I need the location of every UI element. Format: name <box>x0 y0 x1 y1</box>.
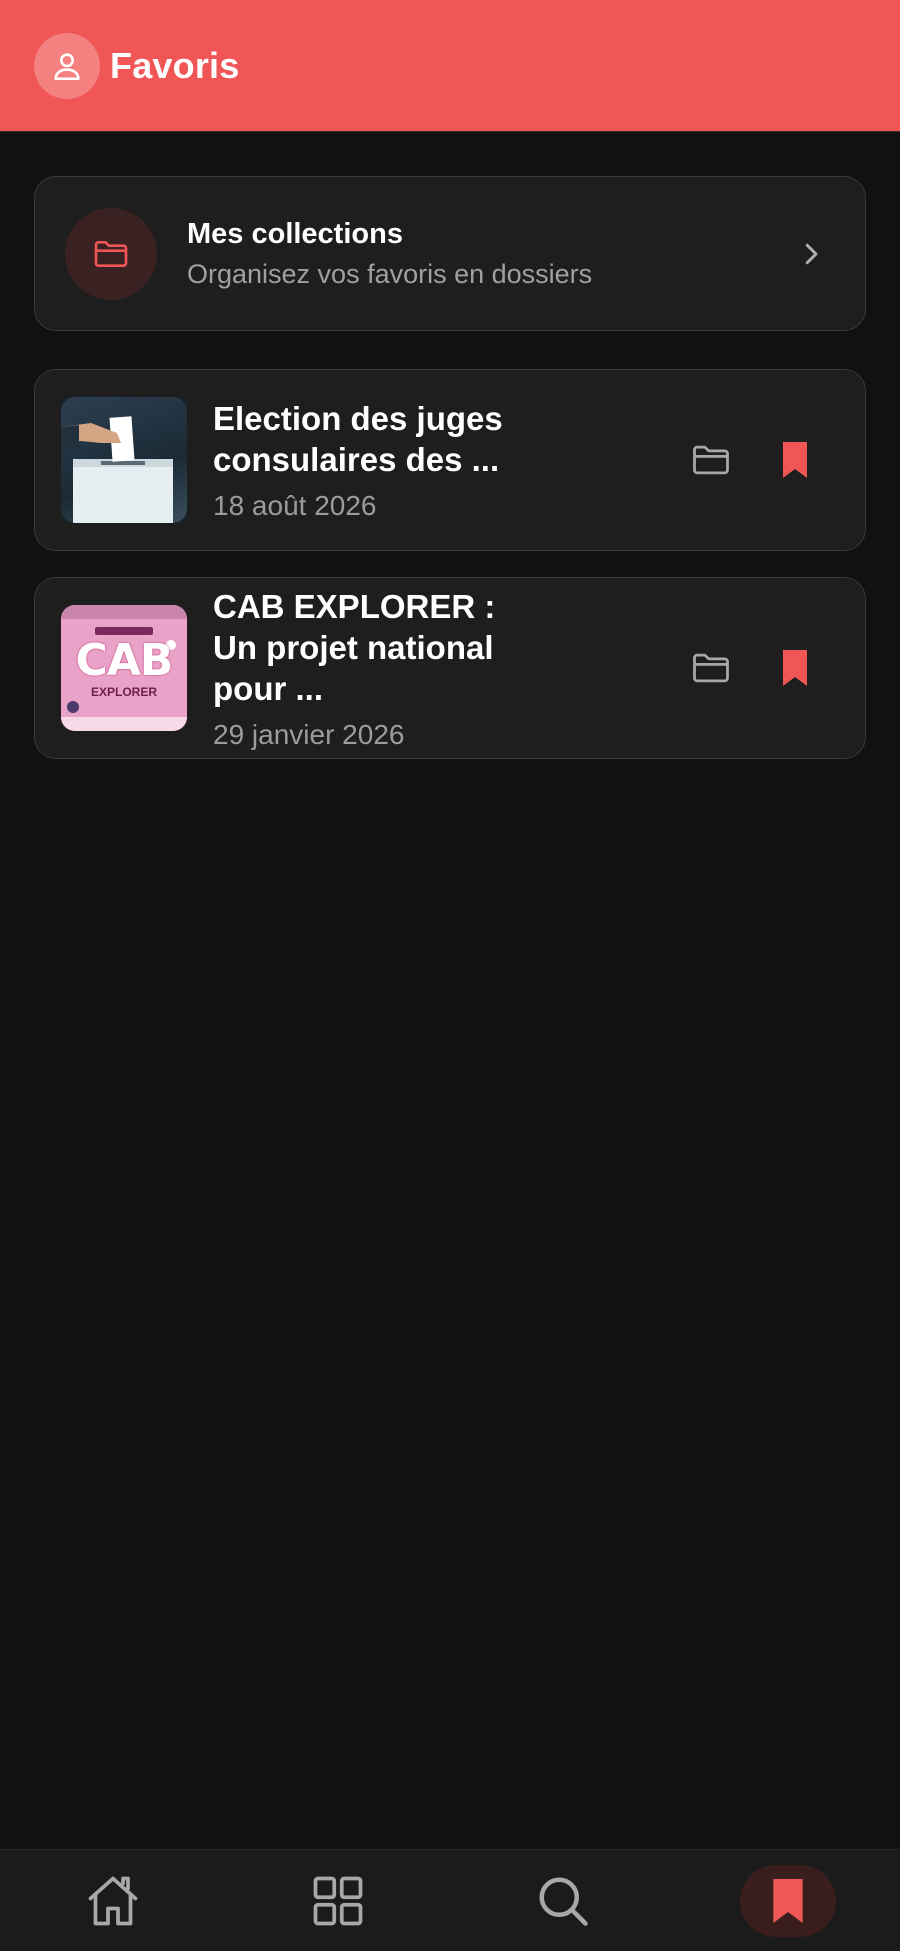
collections-title: Mes collections <box>187 217 403 250</box>
article-actions <box>681 430 825 490</box>
nav-categories[interactable] <box>290 1865 386 1937</box>
bookmark-icon <box>772 1878 803 1923</box>
collections-subtitle: Organisez vos favoris en dossiers <box>187 258 593 289</box>
folder-icon <box>94 240 128 267</box>
bottom-nav <box>0 1849 900 1951</box>
article-text: CAB EXPLORER : Un projet national pour .… <box>213 586 681 751</box>
poster-title: CAB <box>75 635 174 686</box>
page-title: Favoris <box>110 44 240 86</box>
grid-icon <box>313 1876 362 1925</box>
article-date: 18 août 2026 <box>213 490 377 521</box>
add-to-collection-button[interactable] <box>681 430 741 490</box>
article-text: Election des juges consulaires des ... 1… <box>213 398 681 522</box>
poster-subtitle: EXPLORER <box>90 685 157 699</box>
profile-button[interactable] <box>34 32 100 99</box>
nav-favorites[interactable] <box>739 1864 836 1937</box>
bookmark-button[interactable] <box>765 430 825 490</box>
article-thumbnail <box>61 397 187 523</box>
list-item[interactable]: CAB EXPLORER CAB EXPLORER : Un projet na… <box>34 577 866 759</box>
bookmark-icon <box>783 442 807 478</box>
app-header: Favoris <box>0 0 900 132</box>
bookmark-button[interactable] <box>765 638 825 698</box>
add-to-collection-button[interactable] <box>681 638 741 698</box>
collections-text: Mes collections Organisez vos favoris en… <box>187 218 781 290</box>
list-item[interactable]: Election des juges consulaires des ... 1… <box>34 369 866 551</box>
home-icon <box>88 1876 137 1925</box>
article-thumbnail: CAB EXPLORER <box>61 605 187 731</box>
article-date: 29 janvier 2026 <box>213 718 405 750</box>
ballot-box-image <box>61 416 173 523</box>
collections-card[interactable]: Mes collections Organisez vos favoris en… <box>34 176 866 331</box>
chevron-right-icon <box>781 224 841 284</box>
folder-icon <box>693 653 729 683</box>
bookmark-icon <box>783 650 807 686</box>
nav-home[interactable] <box>65 1865 161 1937</box>
nav-search[interactable] <box>515 1865 611 1937</box>
folder-icon <box>693 445 729 475</box>
article-title: Election des juges consulaires des ... <box>213 400 503 478</box>
search-icon <box>539 1877 588 1926</box>
user-icon <box>54 52 80 80</box>
article-actions <box>681 638 825 698</box>
collections-icon-badge <box>65 207 157 300</box>
article-title: CAB EXPLORER : Un projet national pour .… <box>213 587 496 707</box>
